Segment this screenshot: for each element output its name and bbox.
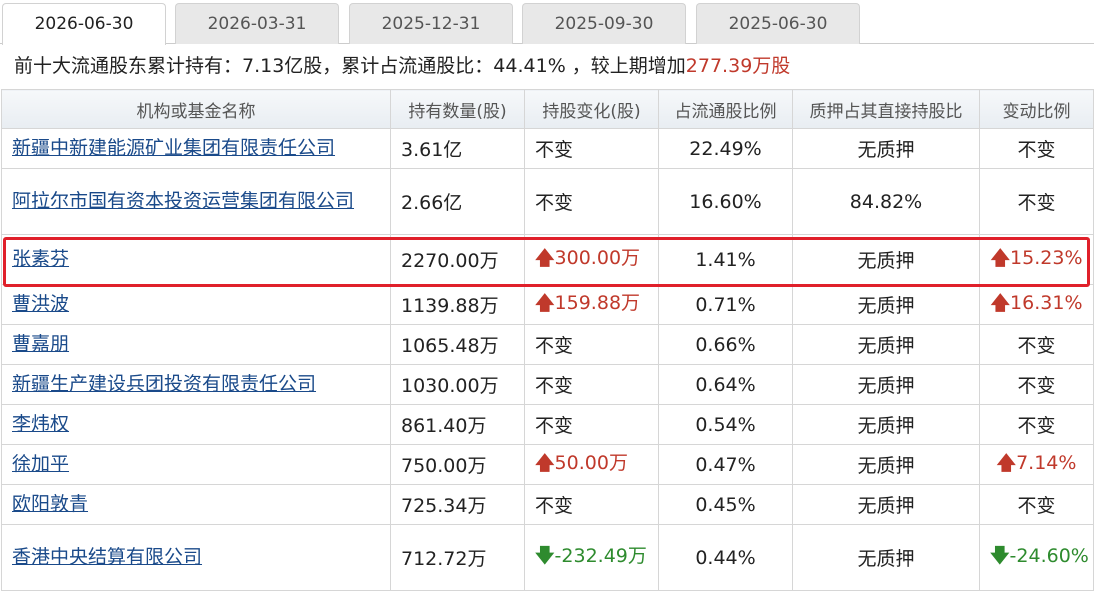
shareholder-name-link[interactable]: 新疆中新建能源矿业集团有限责任公司 (12, 137, 335, 159)
table-row: 李炜权 861.40万 不变 0.54% 无质押 不变 (1, 404, 1094, 445)
change-pct: 不变 (1017, 495, 1056, 517)
hold-qty: 1065.48万 (401, 335, 499, 357)
hold-change: 不变 (535, 139, 574, 161)
change-pct: -24.60% (1009, 544, 1089, 567)
pledge-ratio: 无质押 (857, 139, 915, 161)
summary-text: 前十大流通股东累计持有：7.13亿股，累计占流通股比：44.41% ，较上期增加 (14, 55, 686, 77)
float-ratio: 22.49% (689, 137, 762, 160)
arrow-down-icon: 🡇 (990, 544, 1010, 567)
arrow-up-icon: 🡅 (535, 247, 555, 269)
holdings-summary: 前十大流通股东累计持有：7.13亿股，累计占流通股比：44.41% ，较上期增加… (0, 44, 1094, 89)
table-row: 欧阳敦青 725.34万 不变 0.45% 无质押 不变 (1, 484, 1094, 525)
table-row: 曹嘉朋 1065.48万 不变 0.66% 无质押 不变 (1, 324, 1094, 365)
hold-change: 不变 (535, 495, 574, 517)
pledge-ratio: 无质押 (857, 415, 915, 437)
change-pct: 不变 (1017, 139, 1056, 161)
col-header-pledge: 质押占其直接持股比 (792, 89, 980, 129)
arrow-up-icon: 🡅 (990, 246, 1011, 269)
float-ratio: 16.60% (689, 190, 762, 213)
arrow-up-icon: 🡅 (535, 452, 555, 474)
shareholder-name-link[interactable]: 欧阳敦青 (12, 493, 88, 515)
arrow-up-icon: 🡅 (535, 292, 555, 314)
arrow-down-icon: 🡇 (535, 545, 555, 567)
hold-change: 不变 (535, 335, 574, 357)
shareholder-name-link[interactable]: 曹嘉朋 (12, 333, 69, 355)
table-row: 徐加平 750.00万 🡅50.00万 0.47% 无质押 🡅7.14% (1, 444, 1094, 485)
tab-2026-06-30[interactable]: 2026-06-30 (2, 3, 166, 45)
float-ratio: 0.71% (695, 293, 756, 316)
change-pct: 不变 (1017, 335, 1056, 357)
summary-change: 277.39万股 (685, 55, 791, 77)
col-header-change: 持股变化(股) (524, 89, 659, 129)
pledge-ratio: 84.82% (849, 190, 923, 213)
pledge-ratio: 无质押 (857, 455, 915, 477)
float-ratio: 0.66% (695, 333, 756, 356)
change-pct: 15.23% (1010, 246, 1083, 269)
shareholder-name-link[interactable]: 香港中央结算有限公司 (12, 546, 202, 568)
change-pct: 不变 (1017, 192, 1056, 214)
change-pct: 16.31% (1010, 291, 1083, 314)
table-header-row: 机构或基金名称 持有数量(股) 持股变化(股) 占流通股比例 质押占其直接持股比… (1, 89, 1094, 129)
float-ratio: 0.54% (695, 413, 756, 436)
float-ratio: 0.64% (695, 373, 756, 396)
hold-qty: 3.61亿 (401, 139, 463, 161)
col-header-qty: 持有数量(股) (390, 89, 525, 129)
change-pct: 不变 (1017, 415, 1056, 437)
tab-2025-06-30[interactable]: 2025-06-30 (696, 3, 860, 44)
pledge-ratio: 无质押 (857, 495, 915, 517)
pledge-ratio: 无质押 (857, 548, 915, 570)
hold-change: 不变 (535, 375, 574, 397)
tab-2025-12-31[interactable]: 2025-12-31 (349, 3, 513, 44)
table-row: 香港中央结算有限公司 712.72万 🡇-232.49万 0.44% 无质押 🡇-24.6… (1, 524, 1094, 591)
float-ratio: 1.41% (695, 248, 756, 271)
hold-qty: 712.72万 (401, 548, 487, 570)
col-header-ratio: 占流通股比例 (658, 89, 793, 129)
period-tabs: 2026-06-30 2026-03-31 2025-12-31 2025-09… (0, 0, 1094, 45)
hold-qty: 750.00万 (401, 455, 487, 477)
tab-2026-03-31[interactable]: 2026-03-31 (175, 3, 339, 44)
hold-qty: 2.66亿 (401, 192, 463, 214)
hold-qty: 725.34万 (401, 495, 487, 517)
shareholder-name-link[interactable]: 张素芬 (12, 248, 69, 270)
float-ratio: 0.44% (695, 546, 756, 569)
col-header-pct: 变动比例 (979, 89, 1094, 129)
table-row: 曹洪波 1139.88万 🡅159.88万 0.71% 无质押 🡅16.31% (1, 284, 1094, 325)
table-row: 新疆中新建能源矿业集团有限责任公司 3.61亿 不变 22.49% 无质押 不变 (1, 128, 1094, 169)
hold-qty: 861.40万 (401, 415, 487, 437)
pledge-ratio: 无质押 (857, 335, 915, 357)
tab-2025-09-30[interactable]: 2025-09-30 (522, 3, 686, 44)
float-ratio: 0.45% (695, 493, 756, 516)
hold-change: 不变 (535, 192, 574, 214)
change-pct: 不变 (1017, 375, 1056, 397)
table-row: 阿拉尔市国有资本投资运营集团有限公司 2.66亿 不变 16.60% 84.82% 不变 (1, 168, 1094, 235)
table-row: 张素芬 2270.00万 🡅300.00万 1.41% 无质押 🡅15.23% (1, 234, 1094, 285)
pledge-ratio: 无质押 (857, 295, 915, 317)
arrow-up-icon: 🡅 (990, 291, 1011, 314)
pledge-ratio: 无质押 (857, 250, 915, 272)
hold-change: 300.00万 (554, 247, 641, 269)
shareholders-table: 机构或基金名称 持有数量(股) 持股变化(股) 占流通股比例 质押占其直接持股比… (1, 89, 1094, 591)
hold-qty: 2270.00万 (401, 250, 499, 272)
float-ratio: 0.47% (695, 453, 756, 476)
pledge-ratio: 无质押 (857, 375, 915, 397)
hold-change: -232.49万 (554, 545, 647, 567)
change-pct: 7.14% (1016, 451, 1077, 474)
table-row: 新疆生产建设兵团投资有限责任公司 1030.00万 不变 0.64% 无质押 不变 (1, 364, 1094, 405)
shareholder-name-link[interactable]: 阿拉尔市国有资本投资运营集团有限公司 (12, 190, 354, 212)
hold-change: 159.88万 (554, 292, 641, 314)
hold-change: 不变 (535, 415, 574, 437)
hold-qty: 1030.00万 (401, 375, 499, 397)
arrow-up-icon: 🡅 (996, 451, 1017, 474)
hold-qty: 1139.88万 (401, 295, 499, 317)
shareholder-name-link[interactable]: 徐加平 (12, 453, 69, 475)
col-header-name: 机构或基金名称 (1, 89, 391, 129)
shareholder-name-link[interactable]: 新疆生产建设兵团投资有限责任公司 (12, 373, 316, 395)
hold-change: 50.00万 (554, 452, 628, 474)
shareholder-name-link[interactable]: 李炜权 (12, 413, 69, 435)
shareholder-name-link[interactable]: 曹洪波 (12, 293, 69, 315)
